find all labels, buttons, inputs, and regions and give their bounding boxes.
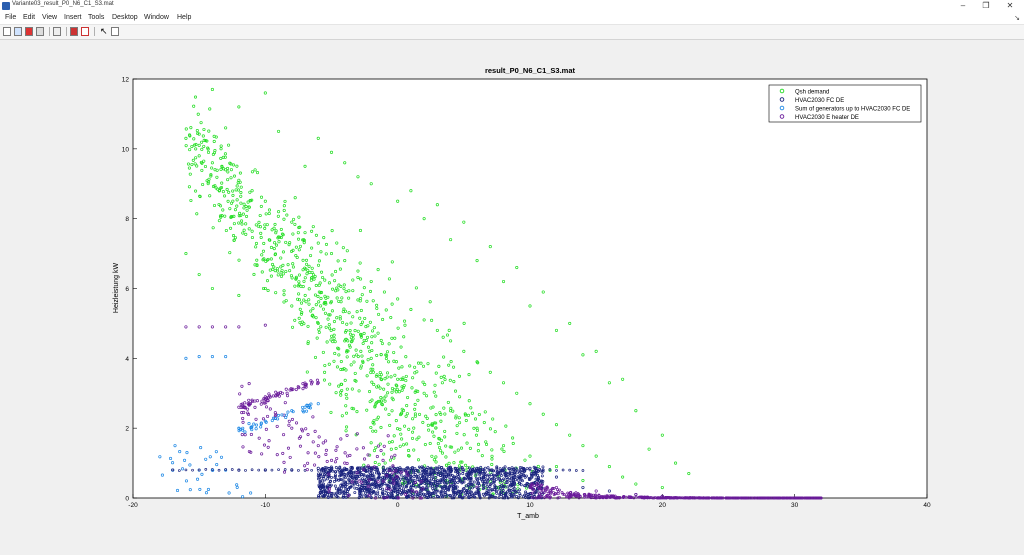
print-preview-icon[interactable]	[53, 27, 61, 36]
toolbar-separator	[94, 27, 95, 36]
x-tick-label: 0	[396, 502, 400, 509]
new-figure-icon[interactable]	[3, 27, 11, 36]
legend[interactable]: Qsh demand HVAC2030 FC DE Sum of generator…	[768, 84, 922, 123]
menu-help[interactable]: Help	[177, 14, 191, 21]
matlab-figure-icon	[2, 2, 10, 10]
y-tick-label: 2	[125, 426, 129, 433]
y-tick-label: 6	[125, 286, 129, 293]
x-tick-label: 20	[659, 502, 667, 509]
toolbar-separator	[49, 27, 50, 36]
legend-label: HVAC2030 E heater DE	[795, 115, 859, 121]
open-file-icon[interactable]	[14, 27, 22, 36]
menu-tools[interactable]: Tools	[88, 14, 104, 21]
x-tick-label: -20	[128, 502, 138, 509]
menu-window[interactable]: Window	[144, 14, 169, 21]
x-tick-label: 10	[526, 502, 534, 509]
y-tick-label: 4	[125, 356, 129, 363]
figure-toolbar: ↖	[0, 25, 1024, 40]
minimize-button[interactable]: –	[953, 0, 973, 12]
x-tick-label: 40	[923, 502, 931, 509]
y-tick-label: 8	[125, 216, 129, 223]
menu-desktop[interactable]: Desktop	[112, 14, 138, 21]
legend-label: HVAC2030 FC DE	[795, 98, 844, 104]
legend-label: Sum of generators up to HVAC2030 FC DE	[795, 106, 910, 112]
print-icon[interactable]	[36, 27, 44, 36]
restore-button[interactable]: ❐	[976, 0, 996, 12]
edit-plot-icon[interactable]: ↖	[100, 27, 108, 36]
menu-view[interactable]: View	[42, 14, 57, 21]
y-axis-label: Heizleistung kW	[113, 263, 120, 314]
menu-edit[interactable]: Edit	[23, 14, 35, 21]
window-title-bar: Variante03_result_P0_N6_C1_S3.mat – ❐ ✕	[0, 0, 1024, 12]
menu-bar: File Edit View Insert Tools Desktop Wind…	[0, 12, 1024, 25]
window-title: Variante03_result_P0_N6_C1_S3.mat	[12, 1, 114, 7]
dock-arrow-icon[interactable]: ↘	[1014, 14, 1020, 22]
legend-label: Qsh demand	[795, 89, 829, 95]
insert-colorbar-icon[interactable]	[70, 27, 78, 36]
figure-canvas: result_P0_N6_C1_S3.mat -20 -10 0 10 20 30 40 0 2…	[113, 66, 931, 520]
save-icon[interactable]	[25, 27, 33, 36]
x-tick-label: 30	[791, 502, 799, 509]
y-tick-label: 0	[125, 496, 129, 503]
x-tick-label: -10	[261, 502, 271, 509]
menu-insert[interactable]: Insert	[64, 14, 82, 21]
y-tick-label: 10	[122, 146, 130, 153]
insert-legend-icon[interactable]	[81, 27, 89, 36]
chart-title: result_P0_N6_C1_S3.mat	[485, 66, 576, 75]
menu-file[interactable]: File	[5, 14, 16, 21]
show-plot-tools-icon[interactable]	[111, 27, 119, 36]
close-button[interactable]: ✕	[1000, 0, 1020, 12]
y-tick-label: 12	[122, 77, 130, 84]
toolbar-separator	[66, 27, 67, 36]
x-axis-label: T_amb	[517, 513, 539, 520]
